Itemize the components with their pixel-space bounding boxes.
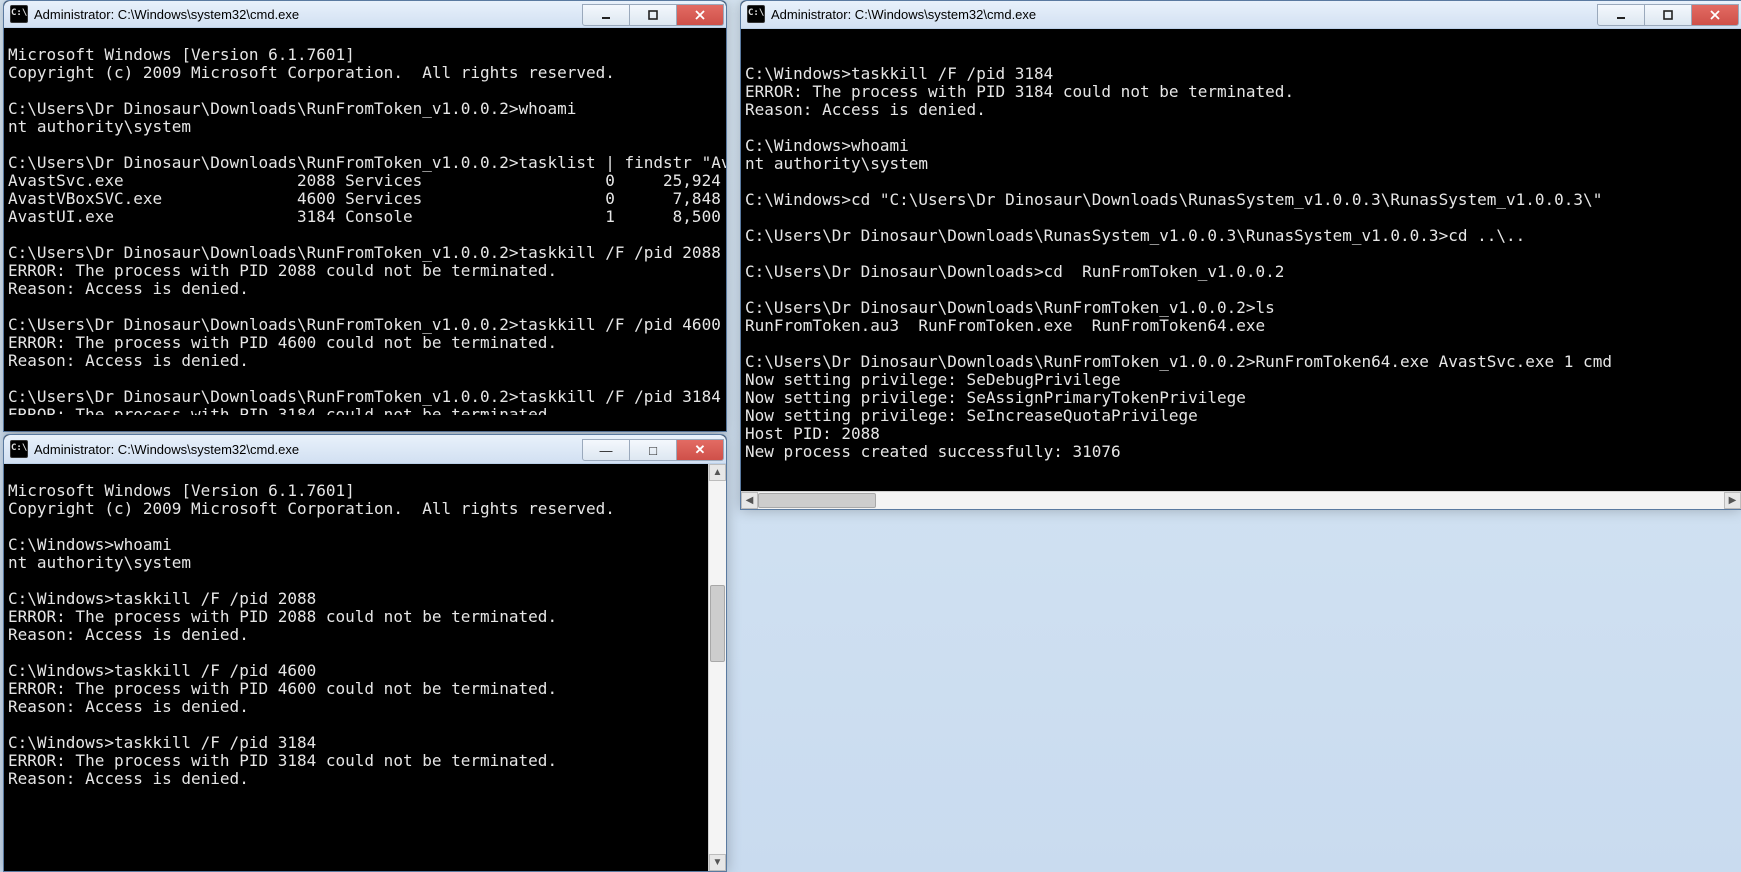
minimize-button[interactable] bbox=[582, 4, 630, 26]
maximize-button[interactable]: □ bbox=[630, 439, 677, 461]
close-button[interactable] bbox=[677, 4, 724, 26]
scroll-track[interactable] bbox=[758, 492, 1724, 509]
window-title: Administrator: C:\Windows\system32\cmd.e… bbox=[34, 7, 299, 22]
window-buttons bbox=[582, 4, 724, 24]
terminal-output[interactable]: Microsoft Windows [Version 6.1.7601] Cop… bbox=[4, 44, 726, 415]
window-buttons bbox=[1597, 4, 1739, 24]
window-title: Administrator: C:\Windows\system32\cmd.e… bbox=[34, 442, 299, 457]
maximize-icon bbox=[647, 9, 659, 21]
close-icon bbox=[694, 9, 706, 21]
terminal-output[interactable]: Microsoft Windows [Version 6.1.7601] Cop… bbox=[4, 480, 708, 855]
cmd-window-2: C:\ Administrator: C:\Windows\system32\c… bbox=[3, 434, 727, 872]
vertical-scrollbar[interactable]: ▲ ▼ bbox=[708, 464, 726, 871]
cmd-icon: C:\ bbox=[10, 5, 28, 23]
maximize-icon: □ bbox=[649, 443, 657, 458]
titlebar[interactable]: C:\ Administrator: C:\Windows\system32\c… bbox=[4, 1, 726, 28]
close-icon bbox=[1709, 9, 1721, 21]
maximize-button[interactable] bbox=[630, 4, 677, 26]
titlebar[interactable]: C:\ Administrator: C:\Windows\system32\c… bbox=[4, 435, 726, 464]
scroll-track[interactable] bbox=[709, 481, 726, 854]
scroll-left-button[interactable]: ◀ bbox=[741, 492, 758, 509]
cmd-window-1: C:\ Administrator: C:\Windows\system32\c… bbox=[3, 0, 727, 432]
terminal-output[interactable]: C:\Windows>taskkill /F /pid 3184 ERROR: … bbox=[741, 45, 1741, 475]
cmd-icon: C:\ bbox=[10, 440, 28, 458]
window-buttons: — □ ✕ bbox=[582, 439, 724, 459]
scroll-thumb[interactable] bbox=[758, 493, 876, 508]
cmd-window-3: C:\ Administrator: C:\Windows\system32\c… bbox=[740, 0, 1741, 510]
cmd-icon: C:\ bbox=[747, 5, 765, 23]
scroll-up-button[interactable]: ▲ bbox=[709, 464, 726, 481]
titlebar[interactable]: C:\ Administrator: C:\Windows\system32\c… bbox=[741, 1, 1741, 29]
close-button[interactable] bbox=[1692, 4, 1739, 26]
minimize-icon bbox=[1615, 9, 1627, 21]
close-button[interactable]: ✕ bbox=[677, 439, 724, 461]
close-icon: ✕ bbox=[695, 442, 706, 458]
scroll-down-button[interactable]: ▼ bbox=[709, 854, 726, 871]
minimize-icon: — bbox=[600, 443, 613, 458]
maximize-button[interactable] bbox=[1645, 4, 1692, 26]
window-title: Administrator: C:\Windows\system32\cmd.e… bbox=[771, 7, 1036, 22]
scroll-thumb[interactable] bbox=[710, 585, 725, 662]
minimize-button[interactable]: — bbox=[582, 439, 630, 461]
minimize-button[interactable] bbox=[1597, 4, 1645, 26]
minimize-icon bbox=[600, 9, 612, 21]
maximize-icon bbox=[1662, 9, 1674, 21]
horizontal-scrollbar[interactable]: ◀ ▶ bbox=[741, 491, 1741, 509]
scroll-right-button[interactable]: ▶ bbox=[1724, 492, 1741, 509]
